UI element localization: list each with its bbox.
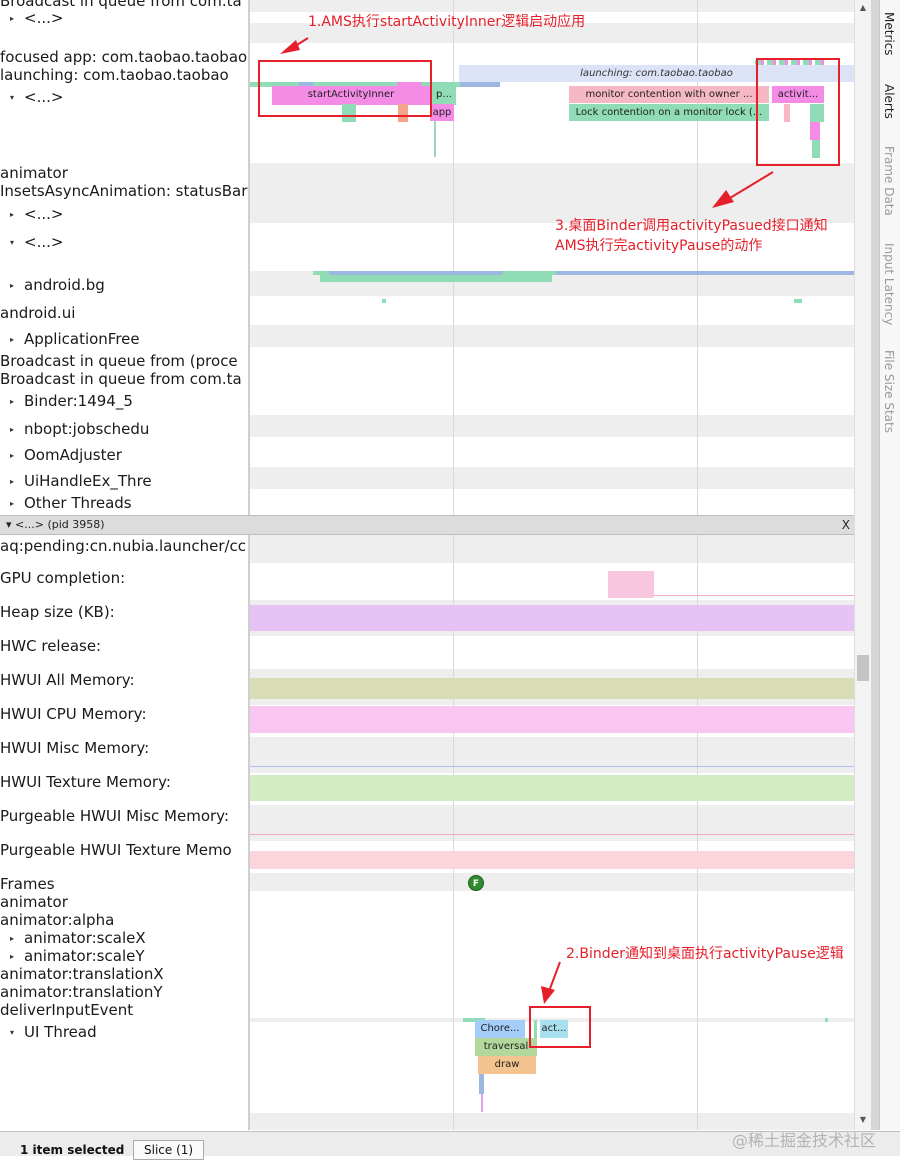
annotation-arrows — [280, 37, 774, 1004]
arrow-3-head-icon — [712, 190, 734, 208]
arrow-1-head-icon — [280, 40, 300, 54]
arrow-3-icon — [729, 171, 774, 199]
arrow-2-head-icon — [541, 986, 555, 1004]
tab-slice[interactable]: Slice (1) — [133, 1140, 205, 1160]
watermark: @稀土掘金技术社区 — [732, 1131, 877, 1150]
